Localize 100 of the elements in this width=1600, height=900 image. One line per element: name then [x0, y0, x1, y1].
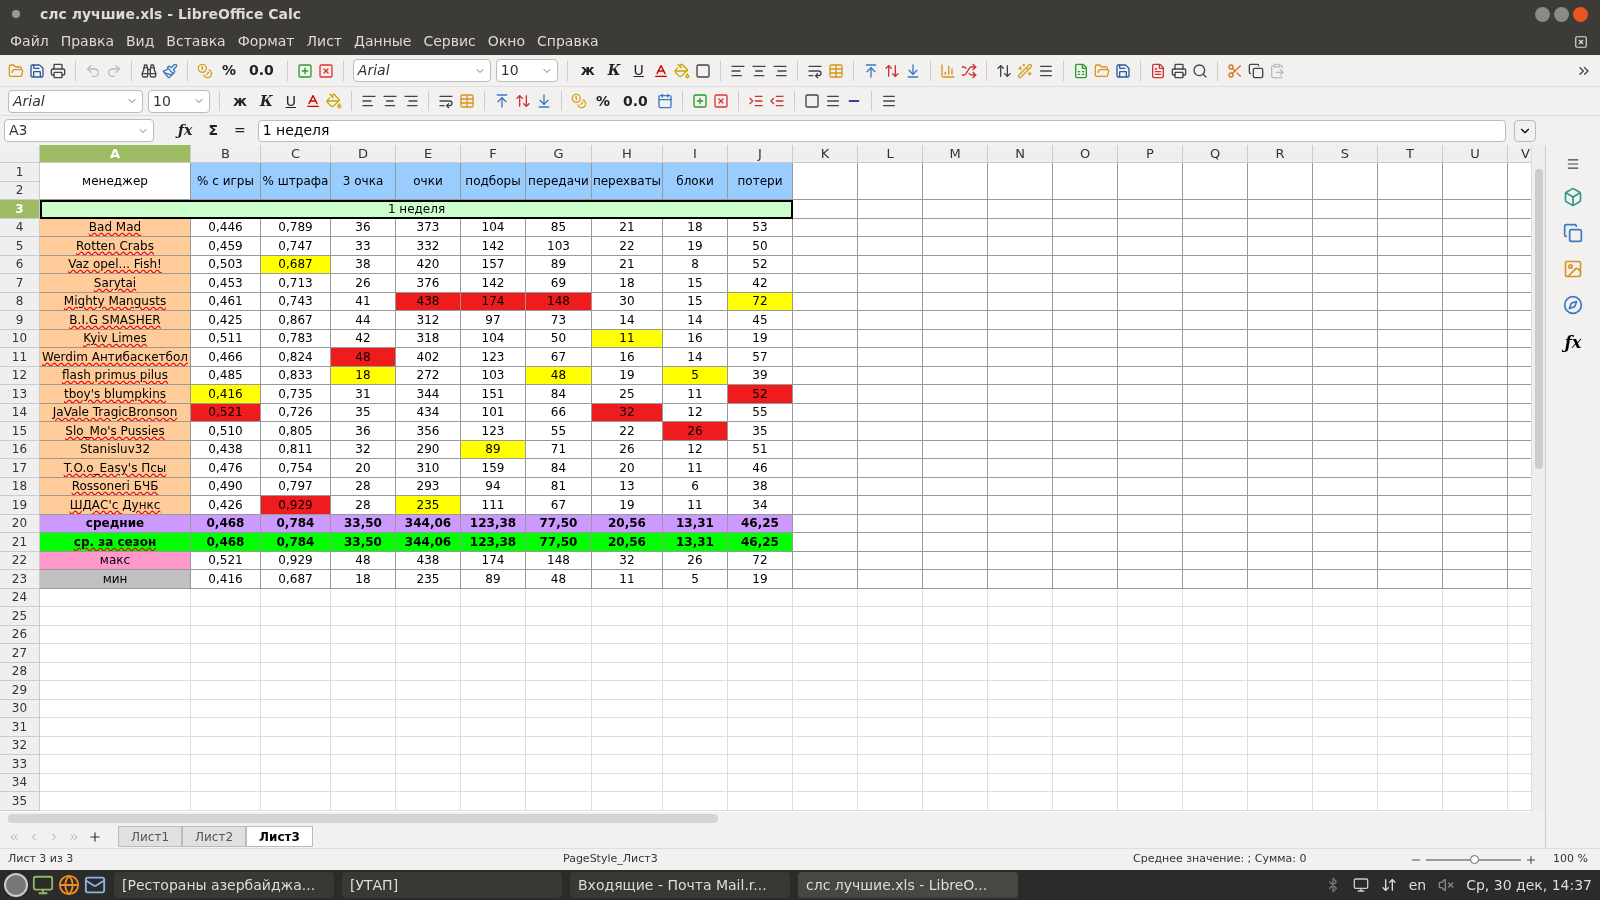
- navigator-icon[interactable]: [1563, 295, 1583, 315]
- clock[interactable]: Ср, 30 дек, 14:37: [1466, 874, 1592, 896]
- menu-item[interactable]: Справка: [531, 31, 605, 52]
- column-header[interactable]: C: [261, 145, 331, 163]
- percent-button[interactable]: %: [218, 60, 241, 81]
- row-header[interactable]: 7: [0, 274, 40, 293]
- muted-volume-icon[interactable]: [1438, 877, 1455, 893]
- close-button[interactable]: [1573, 6, 1588, 22]
- column-header[interactable]: D: [331, 145, 396, 163]
- sidebar-menu-icon[interactable]: [1566, 157, 1580, 171]
- row-header[interactable]: 33: [0, 755, 40, 774]
- italic-button[interactable]: К: [255, 90, 277, 112]
- spreadsheet-icon[interactable]: [1072, 62, 1089, 79]
- pivot-table-icon[interactable]: [960, 62, 977, 79]
- percent-button[interactable]: %: [591, 90, 614, 112]
- column-header[interactable]: G: [526, 145, 592, 163]
- merge-cells-icon[interactable]: [458, 93, 475, 109]
- row-header[interactable]: 27: [0, 644, 40, 663]
- search-icon[interactable]: [1191, 62, 1208, 79]
- coins-icon[interactable]: [197, 62, 213, 79]
- copy-icon[interactable]: [1247, 62, 1264, 79]
- delete-decimal-icon[interactable]: [712, 93, 729, 109]
- row-header[interactable]: 15: [0, 422, 40, 441]
- functions-button[interactable]: ƒx: [1564, 331, 1582, 355]
- menu-item[interactable]: Файл: [4, 31, 55, 52]
- taskbar-window[interactable]: [УТАП]: [342, 872, 562, 898]
- column-header[interactable]: N: [988, 145, 1053, 163]
- menu-item[interactable]: Данные: [348, 31, 418, 52]
- font-color-icon[interactable]: [304, 93, 321, 109]
- calendar-icon[interactable]: [656, 93, 673, 109]
- function-wizard-button[interactable]: ƒx: [174, 120, 197, 141]
- minimize-button[interactable]: [1535, 6, 1550, 22]
- align-center-icon[interactable]: [381, 93, 398, 109]
- column-header[interactable]: B: [191, 145, 261, 163]
- font-color-icon[interactable]: [652, 62, 669, 79]
- window-menu-icon[interactable]: [12, 10, 20, 18]
- properties-icon[interactable]: [1563, 187, 1583, 207]
- outdent-icon[interactable]: [768, 93, 785, 109]
- menu-item[interactable]: Окно: [481, 31, 531, 52]
- row-header[interactable]: 31: [0, 718, 40, 737]
- pdf-icon[interactable]: [1149, 62, 1166, 79]
- taskbar-window[interactable]: [Рестораны азербайджа...: [114, 872, 334, 898]
- border-icon[interactable]: [803, 93, 820, 109]
- binoculars-icon[interactable]: [141, 62, 157, 79]
- highlight-icon[interactable]: [325, 93, 342, 109]
- merge-cells-icon[interactable]: [827, 62, 844, 79]
- desktop-icon[interactable]: [32, 874, 54, 896]
- brush-icon[interactable]: [162, 62, 178, 79]
- close-document-icon[interactable]: [1574, 34, 1588, 49]
- column-header[interactable]: Q: [1183, 145, 1248, 163]
- font-name-field[interactable]: Arial: [352, 59, 491, 82]
- formula-button[interactable]: =: [229, 120, 250, 141]
- maximize-button[interactable]: [1554, 6, 1569, 22]
- formula-input[interactable]: 1 неделя: [257, 119, 1506, 142]
- vertical-scrollbar[interactable]: [1531, 145, 1545, 812]
- menu-item[interactable]: Вставка: [160, 31, 232, 52]
- add-sheet-icon[interactable]: [88, 829, 102, 844]
- align-left-icon[interactable]: [360, 93, 377, 109]
- underline-button[interactable]: U: [281, 90, 300, 112]
- font-size-field[interactable]: 10: [495, 59, 558, 82]
- chart-icon[interactable]: [939, 62, 956, 79]
- row-header[interactable]: 17: [0, 459, 40, 478]
- wrap-text-icon[interactable]: [437, 93, 454, 109]
- align-middle-icon[interactable]: [883, 62, 900, 79]
- row-header[interactable]: 21: [0, 533, 40, 552]
- border-icon[interactable]: [694, 62, 711, 79]
- sort-icon[interactable]: [995, 62, 1012, 79]
- underline-button[interactable]: U: [629, 60, 648, 81]
- coins-icon[interactable]: [570, 93, 587, 109]
- menu-item[interactable]: Формат: [231, 31, 301, 52]
- number-format-button[interactable]: 0.0: [245, 60, 278, 81]
- gallery-icon[interactable]: [1563, 259, 1583, 279]
- open-icon[interactable]: [8, 62, 24, 79]
- launcher-icon[interactable]: [4, 873, 28, 897]
- save-icon[interactable]: [1114, 62, 1131, 79]
- zoom-slider-thumb[interactable]: [1469, 854, 1479, 864]
- bold-button[interactable]: ж: [229, 90, 251, 112]
- font-size-field[interactable]: 10: [148, 89, 210, 113]
- zoom-in-icon[interactable]: [1525, 853, 1538, 866]
- save-icon[interactable]: [29, 62, 45, 79]
- print-icon[interactable]: [1170, 62, 1187, 79]
- column-header[interactable]: S: [1313, 145, 1378, 163]
- menu-item[interactable]: Вид: [119, 31, 161, 52]
- column-header[interactable]: T: [1378, 145, 1443, 163]
- column-header[interactable]: H: [592, 145, 663, 163]
- delete-decimal-icon[interactable]: [317, 62, 334, 79]
- row-header[interactable]: 19: [0, 496, 40, 515]
- column-header[interactable]: M: [923, 145, 988, 163]
- align-middle-icon[interactable]: [514, 93, 531, 109]
- row-header[interactable]: 9: [0, 311, 40, 330]
- transfer-icon[interactable]: [1380, 877, 1397, 893]
- add-decimal-icon[interactable]: [296, 62, 313, 79]
- menu-item[interactable]: Лист: [300, 31, 348, 52]
- column-header[interactable]: O: [1053, 145, 1118, 163]
- number-format-button[interactable]: 0.0: [618, 90, 652, 112]
- column-header[interactable]: J: [728, 145, 793, 163]
- column-header[interactable]: P: [1118, 145, 1183, 163]
- column-header[interactable]: V: [1508, 145, 1531, 163]
- network-icon[interactable]: [1352, 877, 1369, 893]
- browser-icon[interactable]: [58, 874, 80, 896]
